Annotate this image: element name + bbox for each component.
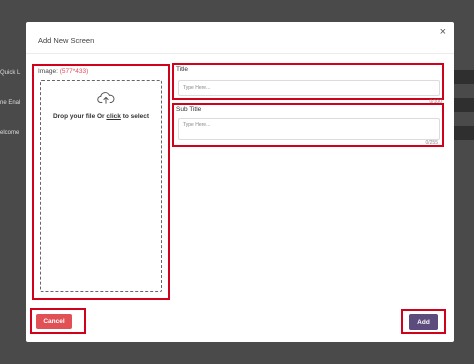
image-label-text: Image: [38, 68, 58, 75]
drop-text-suffix: to select [122, 113, 150, 120]
title-label: Title [176, 66, 189, 73]
subtitle-field-group: Sub Title 0/255 [172, 103, 444, 147]
add-button-highlight: Add [401, 309, 446, 334]
dropzone-text: Drop your file Or click to select [41, 113, 161, 120]
title-input[interactable] [178, 80, 440, 96]
file-dropzone[interactable]: Drop your file Or click to select [40, 80, 162, 292]
title-field-group: Title [172, 63, 444, 100]
subtitle-input[interactable] [178, 118, 440, 140]
click-to-select-link[interactable]: click [106, 113, 120, 120]
background-row-2: ne Enal [0, 100, 21, 106]
add-screen-modal: Add New Screen × Image: (577*433) Drop y… [26, 22, 454, 342]
image-label: Image: (577*433) [38, 68, 88, 75]
subtitle-label: Sub Title [176, 106, 202, 113]
background-row-1: Quick L [0, 70, 21, 76]
cancel-button[interactable]: Cancel [36, 314, 72, 329]
modal-title: Add New Screen [38, 36, 95, 45]
cloud-upload-icon [97, 92, 115, 104]
drop-text-prefix: Drop your file Or [52, 113, 105, 120]
subtitle-char-counter: 0/255 [425, 140, 438, 146]
background-row-3: elcome [0, 130, 20, 136]
image-upload-section: Image: (577*433) Drop your file Or click… [32, 64, 170, 300]
modal-header: Add New Screen × [26, 22, 454, 54]
close-icon[interactable]: × [440, 26, 446, 38]
add-button[interactable]: Add [409, 314, 438, 330]
image-dimensions: (577*433) [59, 68, 89, 75]
cancel-button-highlight: Cancel [30, 308, 86, 334]
